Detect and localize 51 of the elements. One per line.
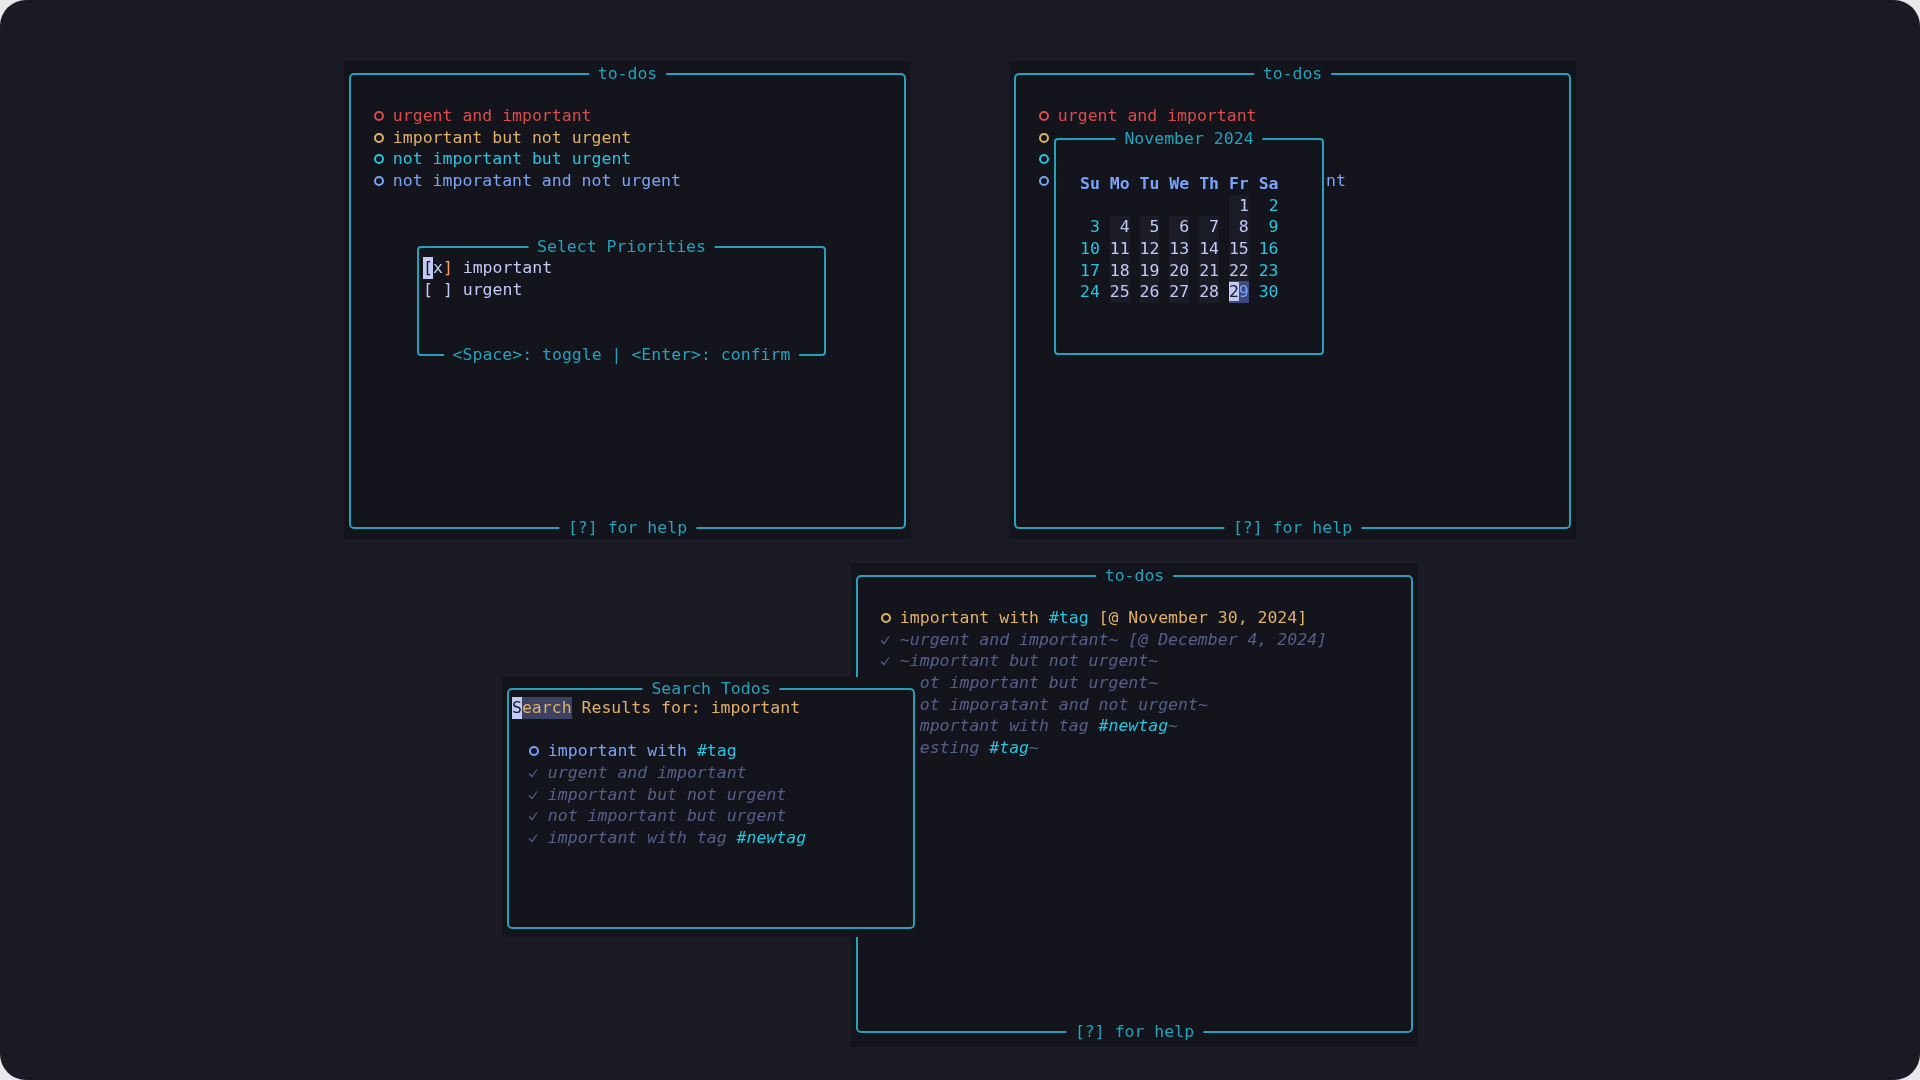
calendar-day[interactable]: 11 (1109, 238, 1130, 260)
weekday-header: We (1169, 173, 1190, 195)
calendar-day[interactable]: 20 (1169, 259, 1190, 282)
calendar-day[interactable]: 28 (1199, 281, 1219, 304)
weekday-header: Mo (1109, 173, 1130, 195)
calendar-day[interactable]: 23 (1258, 259, 1279, 282)
calendar-day[interactable]: 5 (1139, 216, 1160, 239)
calendar-day[interactable]: 18 (1109, 259, 1130, 282)
calendar-day[interactable]: 2 (1258, 194, 1279, 217)
todo-item[interactable]: nt (1326, 170, 1346, 192)
calendar-day[interactable]: 24 (1080, 281, 1100, 304)
todo-item[interactable]: important with #tag [@ November 30, 2024] (899, 607, 1308, 629)
search-result[interactable]: important with tag #newtag (547, 827, 807, 849)
search-result[interactable]: important with #tag (547, 740, 737, 763)
calendar-day[interactable]: 17 (1080, 259, 1100, 282)
calendar-day[interactable]: 25 (1109, 281, 1130, 304)
calendar-day[interactable]: 3 (1080, 216, 1100, 239)
checkbox-option[interactable]: [ ] urgent (423, 278, 824, 301)
todo-item[interactable]: esting #tag~ (919, 737, 1039, 759)
weekday-header: Sa (1258, 173, 1279, 195)
calendar-day[interactable]: 16 (1258, 238, 1279, 260)
calendar-day[interactable]: 26 (1139, 281, 1160, 304)
checkbox-option[interactable]: [x] important (423, 257, 824, 279)
todo-item[interactable]: urgent and important (1057, 105, 1257, 127)
todo-item[interactable]: mportant with tag #newtag~ (919, 715, 1179, 738)
weekday-header: Tu (1139, 173, 1160, 195)
calendar-day[interactable]: 21 (1199, 259, 1219, 282)
calendar-day[interactable]: 30 (1258, 281, 1279, 304)
calendar-day[interactable]: 13 (1169, 238, 1190, 260)
calendar-day[interactable]: 8 (1228, 216, 1249, 239)
search-heading: Search Results for: important (512, 697, 802, 719)
calendar-day[interactable]: 22 (1228, 259, 1249, 282)
calendar-day[interactable]: 9 (1258, 216, 1279, 239)
calendar-day[interactable]: 29 (1228, 281, 1249, 304)
todo-item[interactable]: important but not urgent (392, 126, 632, 149)
calendar-day[interactable]: 7 (1199, 216, 1219, 239)
todo-item[interactable]: urgent and important (392, 105, 592, 127)
calendar-day[interactable]: 10 (1080, 238, 1100, 260)
calendar-day[interactable]: 4 (1109, 216, 1130, 239)
weekday-header: Fr (1228, 173, 1249, 195)
calendar-day[interactable]: 27 (1169, 281, 1190, 304)
calendar-day[interactable]: 6 (1169, 216, 1190, 239)
weekday-header: Th (1199, 173, 1219, 195)
calendar-day[interactable]: 1 (1229, 194, 1249, 217)
todo-item[interactable]: not important but urgent (392, 148, 632, 171)
calendar-day[interactable]: 15 (1228, 238, 1249, 260)
todo-item[interactable]: not imporatant and not urgent (392, 170, 681, 192)
weekday-header: Su (1080, 173, 1100, 195)
calendar-day[interactable]: 19 (1139, 259, 1160, 282)
calendar-day[interactable]: 14 (1199, 238, 1219, 260)
calendar-day[interactable]: 12 (1139, 238, 1160, 260)
